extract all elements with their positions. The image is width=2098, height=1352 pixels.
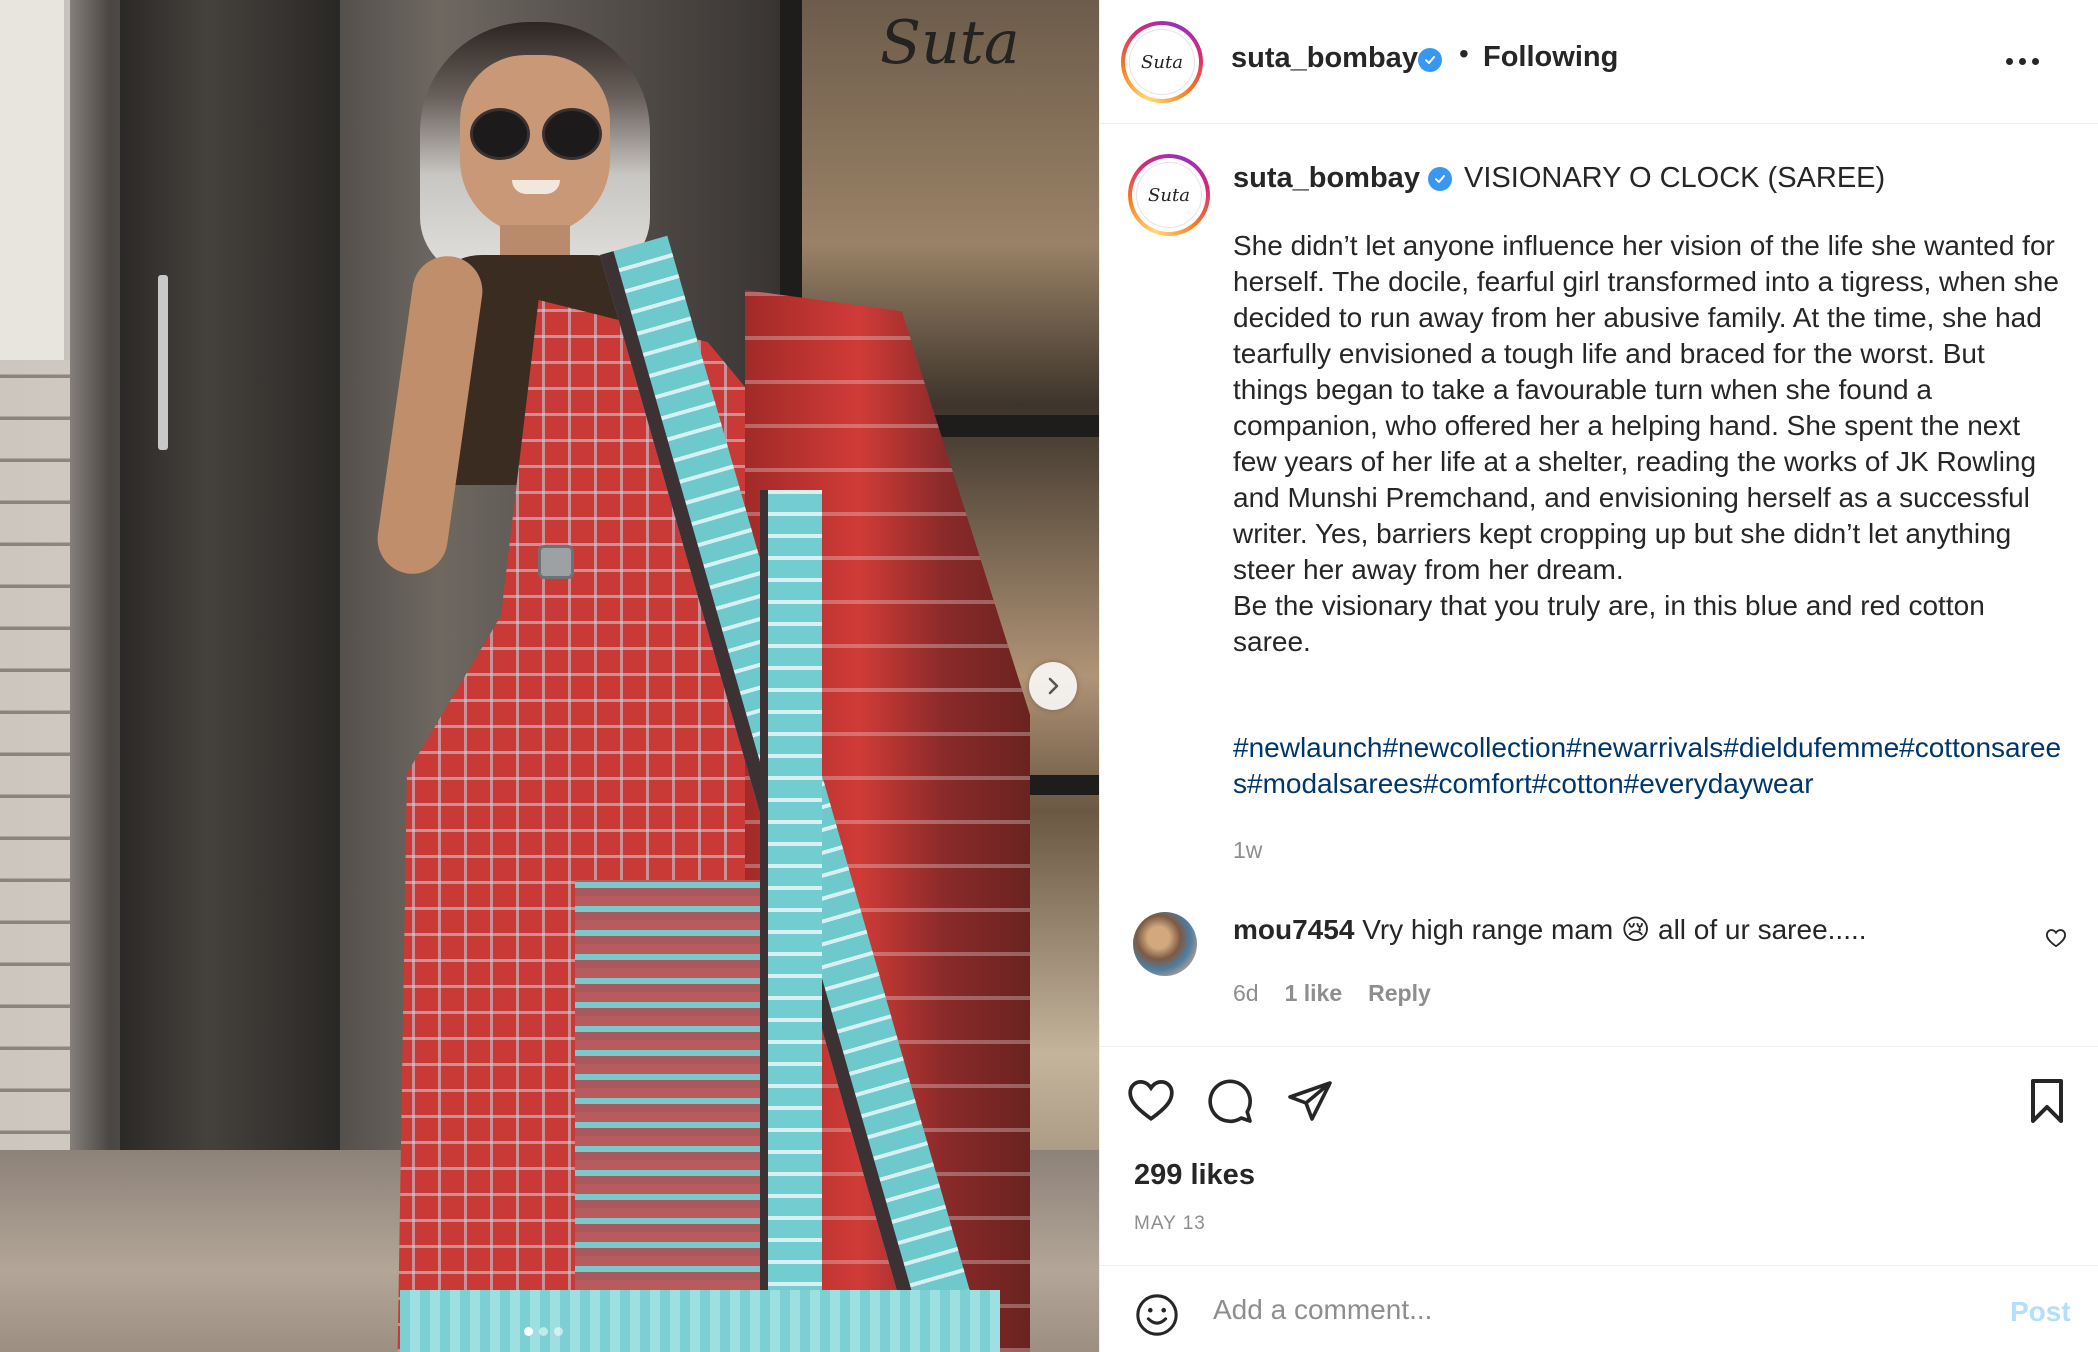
caption-body: She didn’t let anyone influence her visi…: [1233, 230, 2059, 657]
add-comment-bar: Post: [1100, 1265, 2098, 1352]
comment-input[interactable]: [1213, 1288, 1973, 1332]
caption-age: 1w: [1233, 837, 1263, 863]
sunglasses: [470, 108, 530, 160]
comment-text: Vry high range mam 😢 all of ur saree....…: [1362, 914, 1867, 945]
comment-likes[interactable]: 1 like: [1285, 980, 1343, 1007]
next-arrow-icon: [1048, 677, 1059, 695]
carousel-dot: [554, 1327, 563, 1336]
comment-reply-button[interactable]: Reply: [1368, 980, 1431, 1007]
header-separator: •: [1459, 38, 1469, 69]
likes-count[interactable]: 299 likes: [1134, 1159, 1255, 1192]
post-media[interactable]: Suta: [0, 0, 1099, 1352]
more-options-icon[interactable]: [2006, 42, 2039, 65]
verified-badge-icon: [1418, 48, 1442, 72]
model-photo: [200, 0, 1030, 1352]
sunglasses: [542, 108, 602, 160]
door-handle: [158, 275, 168, 450]
caption-username[interactable]: suta_bombay: [1233, 162, 1420, 194]
commenter-avatar[interactable]: [1133, 912, 1197, 976]
post-side-panel: Suta suta_bombay • Following Suta suta_b…: [1099, 0, 2098, 1352]
comment-icon[interactable]: [1206, 1077, 1254, 1125]
emoji-icon[interactable]: [1134, 1292, 1180, 1338]
saree-pleats: [575, 880, 785, 1352]
following-button[interactable]: Following: [1483, 41, 1618, 74]
post-header: Suta suta_bombay • Following: [1100, 0, 2098, 124]
post-date: MAY 13: [1134, 1213, 1206, 1234]
post-actions: 299 likes MAY 13: [1100, 1046, 2098, 1266]
comment-time: 6d: [1233, 980, 1259, 1006]
comment-item: mou7454 Vry high range mam 😢 all of ur s…: [1100, 900, 2098, 1040]
avatar-logo: Suta: [1136, 162, 1202, 228]
carousel-dot: [539, 1327, 548, 1336]
profile-avatar[interactable]: Suta: [1121, 21, 1203, 103]
avatar-logo: Suta: [1129, 29, 1195, 95]
caption-heading: suta_bombay VISIONARY O CLOCK (SAREE): [1233, 158, 2063, 198]
caption-avatar[interactable]: Suta: [1128, 154, 1210, 236]
suta-watermark-logo: Suta: [880, 8, 1020, 78]
wristwatch: [538, 545, 574, 579]
bookmark-icon[interactable]: [2025, 1077, 2069, 1125]
caption-title: VISIONARY O CLOCK (SAREE): [1464, 162, 1886, 194]
comment-like-heart-icon[interactable]: [2045, 928, 2067, 948]
share-icon[interactable]: [1286, 1077, 1334, 1125]
verified-badge-icon: [1427, 167, 1452, 192]
comment-username[interactable]: mou7454: [1233, 914, 1354, 945]
post-comment-button[interactable]: Post: [2010, 1296, 2071, 1328]
carousel-indicator: [524, 1327, 563, 1336]
carousel-dot: [524, 1327, 533, 1336]
header-username[interactable]: suta_bombay: [1231, 42, 1418, 75]
comment-meta: 6d 1 like Reply: [1233, 980, 1431, 1007]
caption-hashtags[interactable]: #newlaunch#newcollection#newarrivals#die…: [1233, 730, 2063, 802]
heart-icon[interactable]: [1126, 1077, 1176, 1123]
background-frame: [0, 0, 70, 360]
saree-hem: [400, 1290, 1000, 1352]
model-smile: [512, 180, 560, 194]
carousel-next-button[interactable]: [1029, 662, 1077, 710]
saree-border: [760, 490, 822, 1352]
